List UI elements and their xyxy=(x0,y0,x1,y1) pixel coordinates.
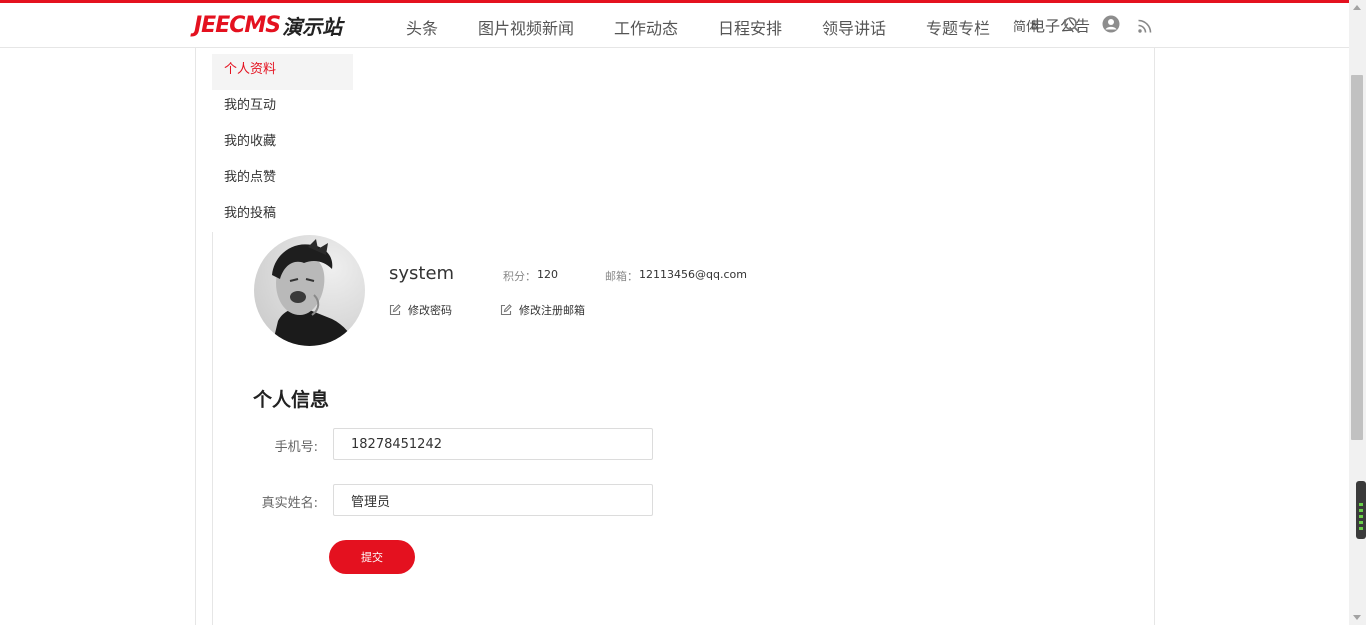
email-label: 邮箱： xyxy=(605,270,638,283)
nav-item-headlines[interactable]: 头条 xyxy=(406,15,438,39)
points-value: 120 xyxy=(537,268,558,281)
username: system xyxy=(389,263,455,284)
section-title-personal-info: 个人信息 xyxy=(253,389,330,411)
email-value: 12113456@qq.com xyxy=(639,268,747,281)
site-header: JEECMS 演示站 头条 图片视频新闻 工作动态 日程安排 领导讲话 专题专栏… xyxy=(0,3,1349,48)
avatar[interactable] xyxy=(254,235,365,346)
nav-item-special-topics[interactable]: 专题专栏 xyxy=(926,15,990,39)
phone-input[interactable] xyxy=(333,428,653,460)
scroll-up-arrow-icon[interactable] xyxy=(1353,5,1361,10)
page: JEECMS 演示站 头条 图片视频新闻 工作动态 日程安排 领导讲话 专题专栏… xyxy=(0,0,1366,625)
menu-item-profile[interactable]: 个人资料 xyxy=(212,54,353,90)
change-password-label: 修改密码 xyxy=(408,304,452,317)
change-email-label: 修改注册邮箱 xyxy=(519,304,585,317)
menu-item-likes[interactable]: 我的点赞 xyxy=(212,162,353,198)
nav-item-leader-speeches[interactable]: 领导讲话 xyxy=(822,15,886,39)
content-divider xyxy=(212,232,213,625)
menu-item-submissions[interactable]: 我的投稿 xyxy=(212,198,353,234)
search-icon[interactable] xyxy=(1062,15,1082,35)
real-name-input[interactable] xyxy=(333,484,653,516)
nav-item-work-news[interactable]: 工作动态 xyxy=(614,15,678,39)
user-center-menu: 个人资料 我的互动 我的收藏 我的点赞 我的投稿 xyxy=(212,54,353,234)
change-email-link[interactable]: 修改注册邮箱 xyxy=(500,302,585,318)
real-name-label: 真实姓名: xyxy=(261,496,318,511)
site-logo[interactable]: JEECMS 演示站 xyxy=(194,11,342,39)
scroll-thumb[interactable] xyxy=(1351,75,1363,440)
scroll-down-arrow-icon[interactable] xyxy=(1353,615,1361,620)
nav-item-schedule[interactable]: 日程安排 xyxy=(718,15,782,39)
submit-button[interactable]: 提交 xyxy=(329,540,415,574)
change-password-link[interactable]: 修改密码 xyxy=(389,302,452,318)
edit-icon xyxy=(389,304,401,316)
menu-item-favorites[interactable]: 我的收藏 xyxy=(212,126,353,162)
logo-latin-text: JEECMS xyxy=(194,12,281,38)
points-label: 积分： xyxy=(503,270,536,283)
user-icon[interactable] xyxy=(1101,14,1121,34)
nav-item-photo-video-news[interactable]: 图片视频新闻 xyxy=(478,15,574,39)
menu-item-interactions[interactable]: 我的互动 xyxy=(212,90,353,126)
side-widget[interactable] xyxy=(1356,481,1366,539)
edit-icon xyxy=(500,304,512,316)
phone-label: 手机号: xyxy=(274,440,318,455)
logo-cjk-text: 演示站 xyxy=(282,14,343,39)
rss-icon[interactable] xyxy=(1136,17,1156,37)
